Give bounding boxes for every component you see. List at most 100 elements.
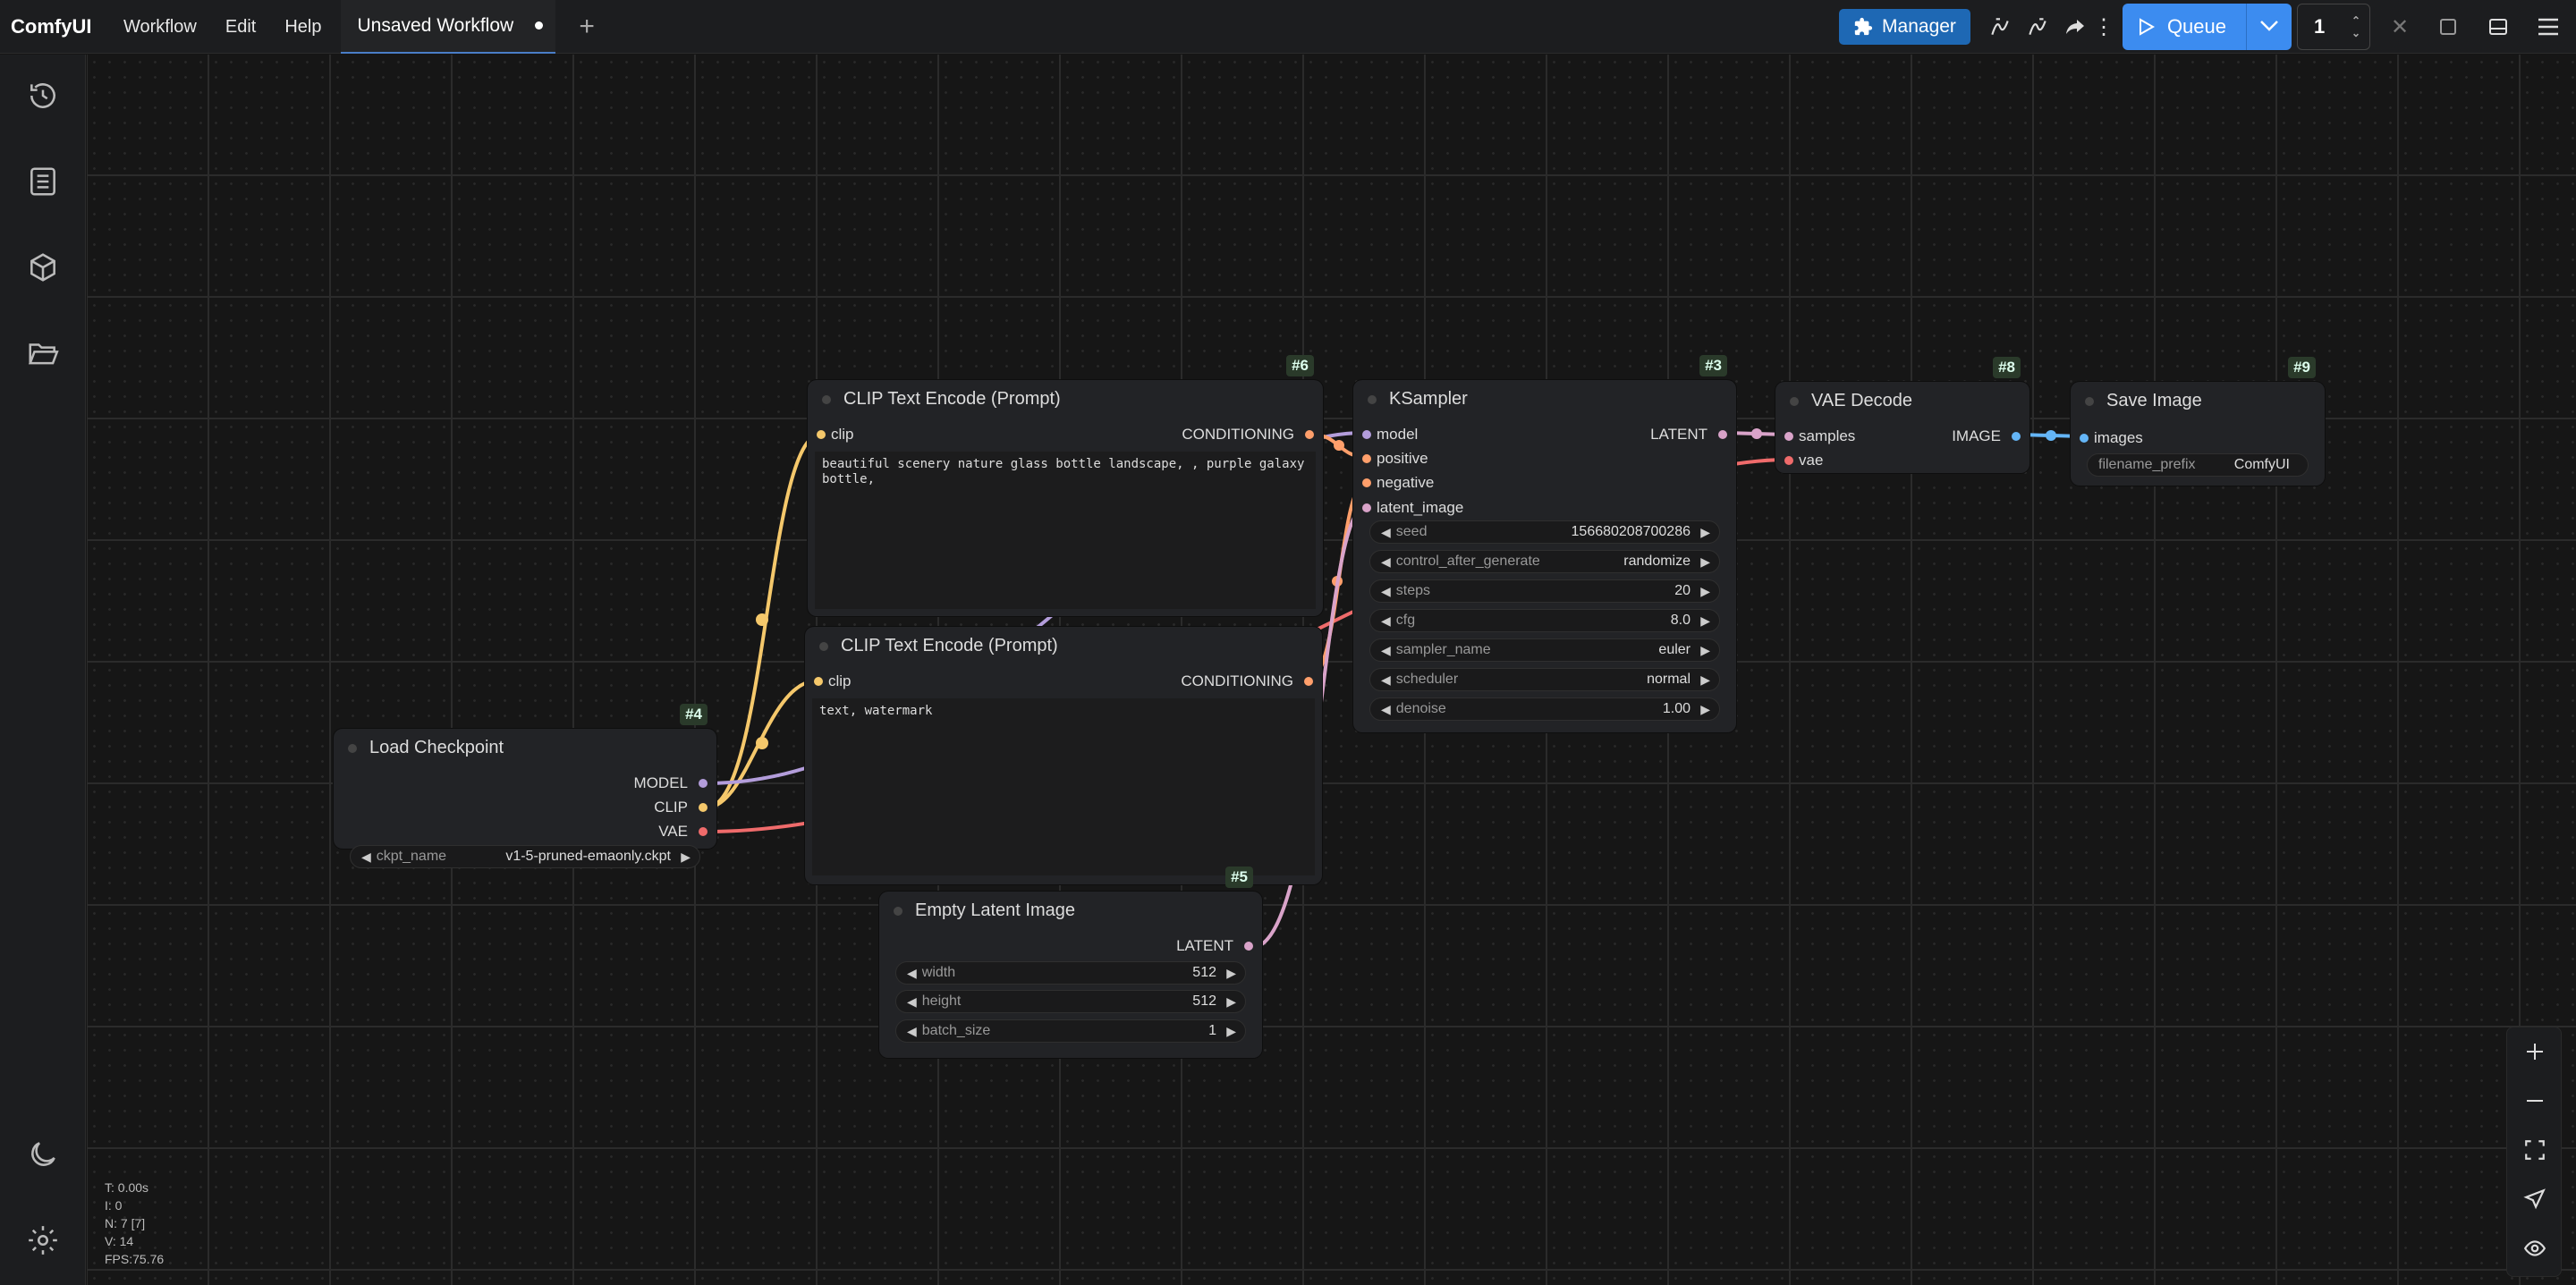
queue-count-stepper[interactable]: 1 ⌃ ⌄ — [2297, 4, 2370, 50]
decrement-arrow-icon[interactable]: ◀ — [361, 850, 371, 865]
increment-arrow-icon[interactable]: ▶ — [681, 850, 691, 865]
increment-arrow-icon[interactable]: ▶ — [1700, 613, 1710, 629]
decrement-arrow-icon[interactable]: ◀ — [1381, 643, 1391, 658]
widget-sampler-name[interactable]: ◀ sampler_name euler ▶ — [1369, 638, 1720, 662]
output-pin[interactable] — [2012, 432, 2021, 441]
widget-height[interactable]: ◀ height 512 ▶ — [895, 990, 1246, 1013]
decrement-arrow-icon[interactable]: ◀ — [907, 1024, 917, 1039]
widget-seed[interactable]: ◀ seed 156680208700286 ▶ — [1369, 520, 1720, 544]
toggle-links-eye-icon[interactable] — [2507, 1224, 2563, 1272]
increment-arrow-icon[interactable]: ▶ — [1226, 1024, 1236, 1039]
increment-arrow-icon[interactable]: ▶ — [1226, 994, 1236, 1010]
widget-scheduler[interactable]: ◀ scheduler normal ▶ — [1369, 668, 1720, 691]
unsaved-dot-icon[interactable] — [535, 21, 544, 30]
output-pin-vae[interactable] — [699, 827, 708, 836]
hamburger-menu-icon[interactable] — [2529, 8, 2567, 46]
node-title[interactable]: Load Checkpoint — [334, 729, 716, 766]
tab-unsaved-workflow[interactable]: Unsaved Workflow — [341, 0, 556, 54]
node-ksampler[interactable]: #3 KSampler model positive negative late… — [1353, 355, 1736, 732]
pointer-mode-icon[interactable] — [2507, 1175, 2563, 1223]
widget-batch-size[interactable]: ◀ batch_size 1 ▶ — [895, 1019, 1246, 1043]
decrement-icon[interactable]: ⌄ — [2351, 27, 2360, 39]
decrement-arrow-icon[interactable]: ◀ — [1381, 702, 1391, 717]
menu-workflow[interactable]: Workflow — [109, 0, 211, 54]
focus-mode-icon[interactable] — [2429, 8, 2467, 46]
increment-arrow-icon[interactable]: ▶ — [1700, 525, 1710, 540]
input-pin-vae[interactable] — [1784, 456, 1793, 465]
widget-ckpt-name[interactable]: ◀ ckpt_name v1-5-pruned-emaonly.ckpt ▶ — [350, 845, 700, 868]
menu-help[interactable]: Help — [270, 0, 335, 54]
model-download-icon[interactable] — [2019, 8, 2056, 46]
share-icon[interactable] — [2056, 8, 2094, 46]
decrement-arrow-icon[interactable]: ◀ — [1381, 525, 1391, 540]
input-pin[interactable] — [814, 677, 823, 686]
graph-canvas[interactable]: #6 CLIP Text Encode (Prompt) clip CONDIT… — [87, 55, 2576, 1285]
decrement-arrow-icon[interactable]: ◀ — [907, 994, 917, 1010]
prompt-textarea[interactable]: beautiful scenery nature glass bottle la… — [815, 452, 1316, 609]
input-pin-negative[interactable] — [1362, 478, 1371, 487]
bottom-panel-icon[interactable] — [2479, 8, 2517, 46]
add-tab-icon[interactable]: + — [573, 12, 600, 42]
widget-steps[interactable]: ◀ steps 20 ▶ — [1369, 579, 1720, 603]
decrement-arrow-icon[interactable]: ◀ — [907, 966, 917, 981]
decrement-arrow-icon[interactable]: ◀ — [1381, 554, 1391, 570]
output-pin-model[interactable] — [699, 779, 708, 788]
input-pin-images[interactable] — [2080, 434, 2089, 443]
output-pin[interactable] — [1244, 942, 1253, 951]
input-pin[interactable] — [817, 430, 826, 439]
increment-icon[interactable]: ⌃ — [2351, 14, 2360, 27]
output-pin-clip[interactable] — [699, 803, 708, 812]
output-pin[interactable] — [1718, 430, 1727, 439]
increment-arrow-icon[interactable]: ▶ — [1700, 584, 1710, 599]
cancel-queue-icon[interactable]: ✕ — [2381, 8, 2419, 46]
manager-button[interactable]: Manager — [1839, 9, 1970, 45]
node-empty-latent-image[interactable]: #5 Empty Latent Image LATENT ◀ width 512 ▶ … — [879, 867, 1262, 1058]
zoom-out-icon[interactable] — [2507, 1077, 2563, 1125]
queue-count-value[interactable]: 1 — [2314, 15, 2325, 38]
theme-moon-icon[interactable] — [21, 1133, 64, 1176]
widget-cfg[interactable]: ◀ cfg 8.0 ▶ — [1369, 609, 1720, 632]
node-title[interactable]: Empty Latent Image — [879, 892, 1262, 929]
increment-arrow-icon[interactable]: ▶ — [1700, 702, 1710, 717]
queue-options-chevron-icon[interactable] — [2247, 17, 2292, 38]
input-pin-positive[interactable] — [1362, 454, 1371, 463]
node-title[interactable]: KSampler — [1353, 380, 1736, 418]
menu-edit[interactable]: Edit — [211, 0, 270, 54]
settings-gear-icon[interactable] — [21, 1219, 64, 1262]
node-clip-text-encode-positive[interactable]: #6 CLIP Text Encode (Prompt) clip CONDIT… — [808, 355, 1323, 616]
node-title[interactable]: Save Image — [2071, 382, 2325, 419]
node-title[interactable]: CLIP Text Encode (Prompt) — [805, 627, 1322, 664]
output-pin[interactable] — [1305, 430, 1314, 439]
node-title[interactable]: CLIP Text Encode (Prompt) — [808, 380, 1323, 418]
node-title[interactable]: VAE Decode — [1775, 382, 2029, 419]
queue-list-icon[interactable] — [21, 160, 64, 203]
input-pin-model[interactable] — [1362, 430, 1371, 439]
widget-control-after-generate[interactable]: ◀ control_after_generate randomize ▶ — [1369, 550, 1720, 573]
widget-width[interactable]: ◀ width 512 ▶ — [895, 961, 1246, 985]
widget-denoise[interactable]: ◀ denoise 1.00 ▶ — [1369, 697, 1720, 721]
increment-arrow-icon[interactable]: ▶ — [1226, 966, 1236, 981]
decrement-arrow-icon[interactable]: ◀ — [1381, 584, 1391, 599]
history-icon[interactable] — [21, 74, 64, 117]
workflows-folder-icon[interactable] — [21, 332, 64, 375]
input-pin-samples[interactable] — [1784, 432, 1793, 441]
decrement-arrow-icon[interactable]: ◀ — [1381, 613, 1391, 629]
queue-button[interactable]: Queue — [2123, 4, 2247, 50]
increment-arrow-icon[interactable]: ▶ — [1700, 672, 1710, 688]
input-pin-latent-image[interactable] — [1362, 503, 1371, 512]
node-save-image[interactable]: #9 Save Image images filename_prefix Comf… — [2071, 357, 2325, 486]
more-vertical-icon[interactable]: ⋮ — [2093, 8, 2114, 46]
node-load-checkpoint[interactable]: #4 Load Checkpoint MODEL CLIP VAE — [334, 704, 716, 849]
prompt-textarea[interactable]: text, watermark — [812, 698, 1315, 875]
widget-filename-prefix[interactable]: filename_prefix ComfyUI — [2087, 453, 2309, 477]
model-compare-icon[interactable] — [1981, 8, 2019, 46]
node-clip-text-encode-negative[interactable]: CLIP Text Encode (Prompt) clip CONDITION… — [805, 627, 1322, 884]
app-logo[interactable]: ComfyUI — [11, 15, 109, 38]
node-vae-decode[interactable]: #8 VAE Decode samples vae IMAGE — [1775, 357, 2029, 473]
increment-arrow-icon[interactable]: ▶ — [1700, 554, 1710, 570]
output-pin[interactable] — [1304, 677, 1313, 686]
fit-view-icon[interactable] — [2507, 1126, 2563, 1174]
model-library-icon[interactable] — [21, 246, 64, 289]
zoom-in-icon[interactable] — [2507, 1027, 2563, 1076]
increment-arrow-icon[interactable]: ▶ — [1700, 643, 1710, 658]
